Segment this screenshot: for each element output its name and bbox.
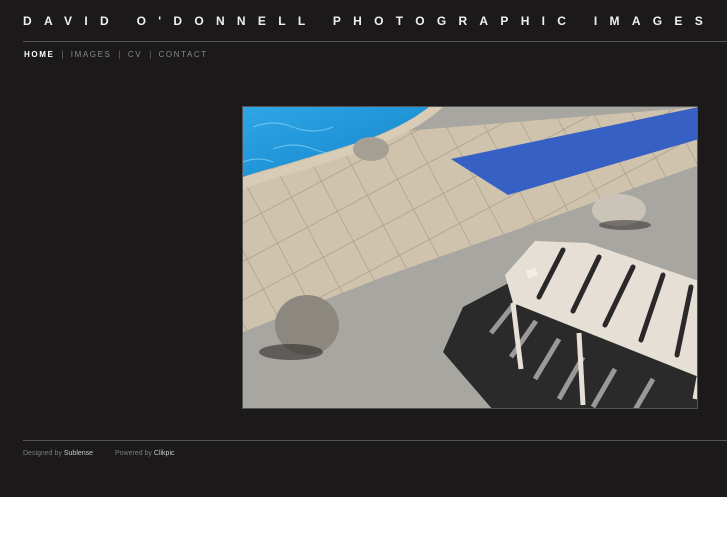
nav-separator: | — [149, 49, 152, 59]
site-title[interactable]: DAVID O'DONNELL PHOTOGRAPHIC IMAGES — [23, 14, 715, 28]
nav-item-home[interactable]: HOME — [24, 50, 54, 59]
nav-separator: | — [61, 49, 64, 59]
platform-link[interactable]: Clikpic — [154, 450, 175, 457]
header-divider — [23, 41, 727, 42]
featured-photo[interactable] — [242, 106, 698, 409]
footer: Designed by Sublense Powered by Clikpic — [23, 450, 175, 457]
nav-item-contact[interactable]: CONTACT — [158, 50, 207, 59]
designer-link[interactable]: Sublense — [64, 450, 93, 457]
nav-item-images[interactable]: IMAGES — [71, 50, 112, 59]
page: DAVID O'DONNELL PHOTOGRAPHIC IMAGES HOME… — [0, 0, 727, 497]
photo-pool-lounger — [243, 107, 697, 408]
powered-by-label: Powered by — [114, 450, 154, 457]
footer-divider — [23, 440, 727, 441]
nav-separator: | — [118, 49, 121, 59]
designed-by-label: Designed by — [23, 450, 64, 457]
nav-item-cv[interactable]: CV — [128, 50, 142, 59]
main-nav: HOME | IMAGES | CV | CONTACT — [24, 49, 208, 59]
